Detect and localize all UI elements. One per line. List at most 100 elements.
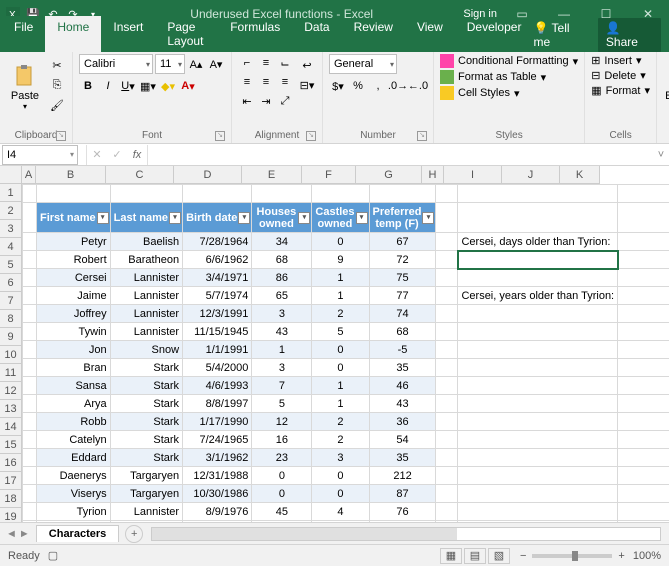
cell[interactable] [618, 413, 669, 431]
table-cell[interactable]: Viserys [37, 485, 111, 503]
table-cell[interactable]: 1 [252, 341, 312, 359]
table-cell[interactable]: Eddard [37, 449, 111, 467]
cell[interactable] [23, 269, 37, 287]
cell[interactable] [618, 185, 669, 203]
page-layout-view-icon[interactable]: ▤ [464, 548, 486, 564]
table-cell[interactable]: Lannister [110, 305, 182, 323]
table-cell[interactable]: 12/3/1991 [183, 305, 252, 323]
table-cell[interactable]: 46 [369, 377, 436, 395]
column-header[interactable]: I [444, 166, 502, 184]
filter-icon[interactable]: ▾ [169, 212, 181, 224]
tab-page-layout[interactable]: Page Layout [155, 16, 218, 52]
row-header[interactable]: 18 [0, 490, 22, 508]
table-cell[interactable]: 12/31/1988 [183, 467, 252, 485]
cell[interactable] [618, 521, 669, 523]
table-header[interactable]: Birth date▾ [183, 203, 252, 233]
tab-developer[interactable]: Developer [455, 16, 534, 52]
cell[interactable] [618, 485, 669, 503]
underline-button[interactable]: U▾ [119, 77, 137, 95]
align-top-icon[interactable]: ⌐ [238, 54, 256, 72]
tab-file[interactable]: File [2, 16, 45, 52]
horizontal-scrollbar[interactable] [151, 527, 661, 541]
column-header[interactable]: C [106, 166, 174, 184]
table-cell[interactable]: 0 [312, 359, 369, 377]
table-cell[interactable]: 8/9/1976 [183, 503, 252, 521]
table-cell[interactable]: 65 [252, 287, 312, 305]
cell[interactable] [23, 377, 37, 395]
table-cell[interactable]: 45 [252, 503, 312, 521]
table-cell[interactable]: 5 [312, 323, 369, 341]
column-header[interactable]: B [36, 166, 106, 184]
cell[interactable] [618, 269, 669, 287]
table-cell[interactable]: 1 [312, 269, 369, 287]
comma-format-icon[interactable]: , [369, 77, 387, 95]
cell[interactable] [252, 185, 312, 203]
cell[interactable] [23, 485, 37, 503]
cell[interactable] [458, 395, 618, 413]
percent-format-icon[interactable]: % [349, 77, 367, 95]
table-cell[interactable]: Bran [37, 359, 111, 377]
fx-icon[interactable]: fx [127, 149, 147, 161]
cell[interactable] [436, 341, 458, 359]
tab-insert[interactable]: Insert [101, 16, 155, 52]
tell-me[interactable]: 💡 Tell me [533, 21, 585, 49]
cell[interactable] [23, 395, 37, 413]
conditional-formatting-button[interactable]: Conditional Formatting ▾ [440, 54, 578, 68]
table-cell[interactable]: 68 [252, 251, 312, 269]
cell[interactable] [458, 431, 618, 449]
cell[interactable] [183, 185, 252, 203]
increase-font-icon[interactable]: A▴ [187, 55, 205, 73]
row-header[interactable]: 15 [0, 436, 22, 454]
cell[interactable] [436, 377, 458, 395]
paste-button[interactable]: Paste ▾ [6, 54, 44, 120]
cell[interactable] [436, 269, 458, 287]
table-cell[interactable]: 68 [369, 323, 436, 341]
row-header[interactable]: 19 [0, 508, 22, 522]
table-cell[interactable]: 2 [312, 305, 369, 323]
table-cell[interactable]: 4 [312, 503, 369, 521]
orientation-icon[interactable]: ⤢ [276, 92, 294, 110]
cell[interactable] [23, 185, 37, 203]
cell[interactable] [23, 503, 37, 521]
editing-button[interactable]: Editing ▾ [663, 54, 669, 120]
select-all-corner[interactable] [0, 166, 22, 184]
table-cell[interactable]: Stark [110, 449, 182, 467]
table-cell[interactable]: 212 [369, 467, 436, 485]
cell[interactable] [458, 485, 618, 503]
row-header[interactable]: 5 [0, 256, 22, 274]
table-cell[interactable]: 10/30/1986 [183, 485, 252, 503]
table-cell[interactable]: Stark [110, 395, 182, 413]
table-cell[interactable]: 0 [312, 467, 369, 485]
row-header[interactable]: 16 [0, 454, 22, 472]
name-box[interactable]: I4 [2, 145, 78, 165]
cell[interactable]: Cersei, days older than Tyrion: [458, 233, 618, 251]
column-header[interactable]: H [422, 166, 444, 184]
row-header[interactable]: 13 [0, 400, 22, 418]
cell[interactable] [23, 305, 37, 323]
cell[interactable] [436, 467, 458, 485]
cell[interactable] [458, 185, 618, 203]
cell[interactable] [458, 269, 618, 287]
table-cell[interactable]: 72 [369, 251, 436, 269]
cell[interactable] [458, 323, 618, 341]
table-cell[interactable]: Jaime [37, 287, 111, 305]
table-header[interactable]: Housesowned▾ [252, 203, 312, 233]
cell[interactable] [369, 185, 436, 203]
fill-color-icon[interactable]: ◆▾ [159, 77, 177, 95]
cell[interactable] [618, 359, 669, 377]
table-header[interactable]: Preferredtemp (F)▾ [369, 203, 436, 233]
cell[interactable] [436, 185, 458, 203]
cell[interactable] [618, 395, 669, 413]
row-header[interactable]: 9 [0, 328, 22, 346]
table-cell[interactable]: 35 [369, 359, 436, 377]
column-header[interactable]: D [174, 166, 242, 184]
column-header[interactable]: F [302, 166, 356, 184]
sheet-tab[interactable]: Characters [36, 525, 119, 542]
table-cell[interactable]: 8/8/1997 [183, 395, 252, 413]
insert-cells-button[interactable]: ⊞ Insert ▾ [591, 54, 650, 67]
row-header[interactable]: 12 [0, 382, 22, 400]
cell[interactable] [458, 359, 618, 377]
table-cell[interactable]: Cersei [37, 269, 111, 287]
table-cell[interactable]: 9 [312, 251, 369, 269]
row-header[interactable]: 10 [0, 346, 22, 364]
